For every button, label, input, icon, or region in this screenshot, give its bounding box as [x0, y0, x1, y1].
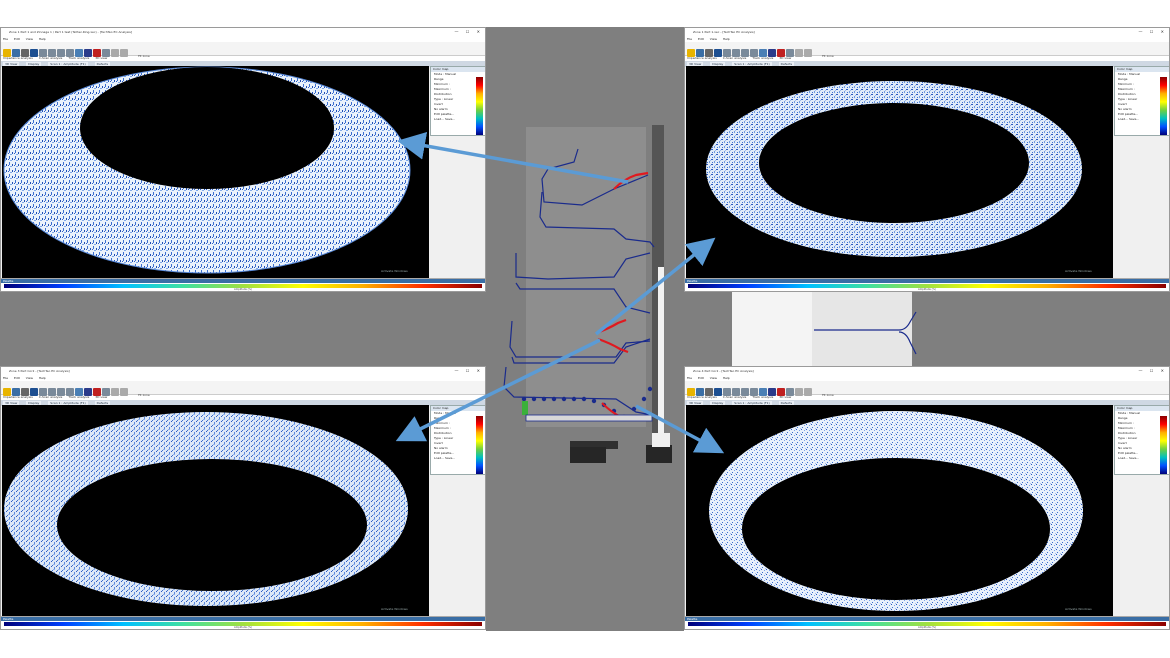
- arrow-to-bottom-left: [395, 338, 601, 442]
- arrow-to-top-right: [594, 237, 716, 336]
- arrow-to-bottom-right: [635, 404, 725, 454]
- arrow-to-top-left: [397, 131, 629, 184]
- arrow-overlay: [395, 131, 725, 454]
